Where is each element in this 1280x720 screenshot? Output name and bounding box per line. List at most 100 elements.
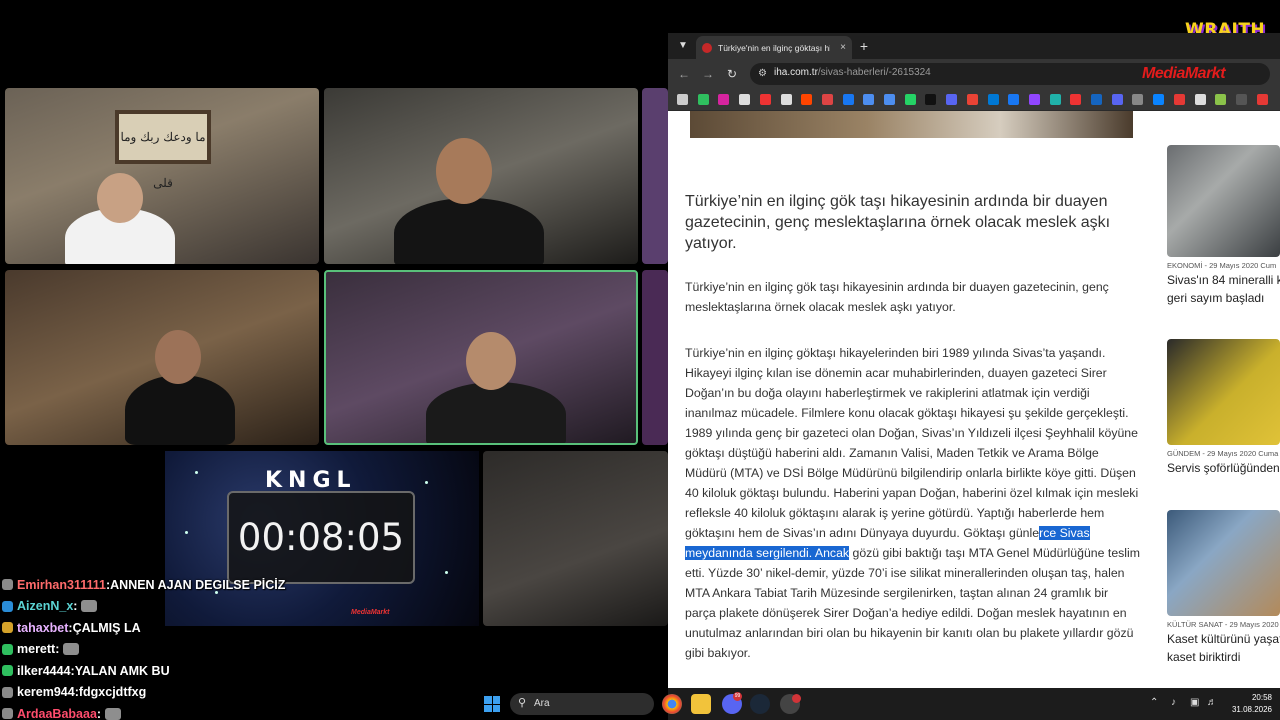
bookmark-icon[interactable]: [1111, 94, 1123, 105]
bookmark-icon[interactable]: [759, 94, 771, 105]
tab-search-button[interactable]: ▼: [674, 37, 692, 55]
chat-text: YALAN AMK BU: [74, 663, 170, 678]
user-badge-icon: [2, 665, 13, 677]
article-hero-image: [690, 111, 1133, 138]
network-icon[interactable]: ▣: [1190, 697, 1199, 708]
related-title-3a: Kaset kültürünü yaşat: [1167, 632, 1280, 646]
bookmark-icon[interactable]: [904, 94, 916, 105]
article-body: Türkiye’nin en ilginç göktaşı hikayeleri…: [685, 343, 1140, 663]
user-badge-icon: [2, 600, 13, 612]
mediamarkt-mini-logo: MediaMarkt: [351, 609, 390, 616]
bookmark-icon[interactable]: [925, 94, 937, 105]
article-summary: Türkiye’nin en ilginç gök taşı hikayesin…: [685, 280, 1109, 314]
bookmark-icon[interactable]: [1215, 94, 1227, 105]
chrome-taskbar-icon[interactable]: [662, 694, 682, 714]
bookmark-icon[interactable]: [1194, 94, 1206, 105]
related-image-2: [1167, 339, 1280, 445]
bookmark-icon[interactable]: [884, 94, 895, 105]
related-title-3b: kaset biriktirdi: [1167, 650, 1241, 664]
streamer-4-head: [466, 332, 516, 390]
webcam-7: [483, 451, 668, 626]
chat-message: merett :: [2, 639, 322, 661]
bookmark-icon[interactable]: [697, 94, 709, 105]
streamer-2-body: [394, 198, 544, 264]
windows-start-icon[interactable]: [484, 696, 500, 712]
volume-icon[interactable]: ♬: [1207, 697, 1217, 708]
bookmark-icon[interactable]: [718, 94, 730, 105]
chat-username[interactable]: kerem944: [17, 685, 75, 699]
user-badge-icon: [2, 622, 13, 634]
microphone-icon[interactable]: ♪: [1171, 697, 1176, 708]
file-explorer-icon[interactable]: [691, 694, 711, 714]
bookmark-icon[interactable]: [1008, 94, 1020, 105]
mediamarkt-ad-banner[interactable]: MediaMarkt: [1142, 65, 1226, 83]
chat-text: fdgxcjdtfxg: [78, 685, 147, 700]
user-badge-icon: [2, 579, 13, 591]
streamer-1-head: [97, 173, 143, 223]
chat-emote-icon: [63, 643, 80, 656]
bookmark-icon[interactable]: [1049, 94, 1061, 105]
tab-article[interactable]: Türkiye'nin en ilginç göktaşı hikayesi ×: [696, 36, 852, 59]
site-info-icon[interactable]: ⚙: [758, 68, 770, 80]
bookmark-icon[interactable]: [1153, 94, 1165, 105]
address-bar[interactable]: ⚙ iha.com.tr/sivas-haberleri/-2615324 Me…: [750, 63, 1270, 85]
url-path: /sivas-haberleri/-2615324: [817, 67, 931, 78]
streamer-3-body: [125, 375, 235, 445]
streamer-3-head: [155, 330, 201, 384]
chat-separator: :: [55, 642, 60, 657]
webcam-5-partial: [642, 88, 668, 264]
taskbar-search[interactable]: ⚲ Ara: [510, 693, 654, 715]
bookmark-icon[interactable]: [966, 94, 978, 105]
discord-badge: 99: [733, 692, 742, 701]
chat-username[interactable]: tahaxbet: [17, 621, 68, 635]
bookmark-icon[interactable]: [863, 94, 875, 105]
countdown-timer: 00:08:05: [227, 491, 415, 584]
tab-bar: ▼ Türkiye'nin en ilginç göktaşı hikayesi…: [668, 33, 1280, 59]
webcam-2: [324, 88, 638, 264]
clock-date: 31.08.2026: [1231, 705, 1272, 714]
bookmark-icon[interactable]: [801, 94, 813, 105]
forward-icon[interactable]: →: [700, 66, 716, 82]
back-icon[interactable]: ←: [676, 66, 692, 82]
chat-message: ilker4444 : YALAN AMK BU: [2, 660, 322, 682]
chat-username[interactable]: AizenN_x: [17, 599, 73, 613]
bookmark-icon[interactable]: [1235, 94, 1247, 105]
taskbar-clock[interactable]: 20:58 31.08.2026: [1226, 692, 1272, 716]
bookmark-icon[interactable]: [987, 94, 999, 105]
webcam-3: [5, 270, 319, 445]
bookmark-icon[interactable]: [1173, 94, 1185, 105]
bookmark-icon[interactable]: [677, 94, 688, 105]
tray-overflow-icon[interactable]: ⌃: [1150, 697, 1158, 708]
bookmark-icon[interactable]: [739, 94, 751, 105]
related-news-2[interactable]: GÜNDEM - 29 Mayıs 2020 Cuma Servis şoför…: [1167, 339, 1280, 476]
bookmark-icon[interactable]: [1091, 94, 1102, 105]
chat-emote-icon: [105, 707, 122, 720]
url-host: iha.com.tr: [774, 67, 818, 78]
tab-close-icon[interactable]: ×: [840, 42, 846, 53]
chat-username[interactable]: Emirhan311111: [17, 578, 106, 592]
steam-icon[interactable]: [750, 694, 770, 714]
bookmark-icon[interactable]: [1028, 94, 1040, 105]
related-title-1a: Sivas'ın 84 mineralli k: [1167, 273, 1280, 287]
reload-icon[interactable]: ↻: [724, 66, 740, 82]
tab-title: Türkiye'nin en ilginç göktaşı hikayesi: [718, 42, 830, 53]
related-news-1[interactable]: EKONOMİ - 29 Mayıs 2020 Cum Sivas'ın 84 …: [1167, 145, 1280, 306]
chat-username[interactable]: merett: [17, 642, 55, 656]
chat-message: tahaxbet : ÇALMIŞ LA: [2, 617, 322, 639]
new-tab-button[interactable]: +: [856, 38, 872, 54]
bookmark-icon[interactable]: [1070, 94, 1082, 105]
user-badge-icon: [2, 686, 13, 698]
timer-value: 00:08:05: [237, 516, 405, 559]
related-category-3: KÜLTÜR SANAT - 29 Mayıs 2020: [1167, 620, 1279, 629]
bookmark-icon[interactable]: [1132, 94, 1144, 105]
related-news-3[interactable]: KÜLTÜR SANAT - 29 Mayıs 2020 Kaset kültü…: [1167, 510, 1280, 665]
bookmark-icon[interactable]: [780, 94, 792, 105]
bookmark-icon[interactable]: [821, 94, 833, 105]
bookmark-icon[interactable]: [946, 94, 958, 105]
wall-calligraphy: ما ودعك ربك وما قلى: [115, 110, 211, 190]
chat-username[interactable]: ilker4444: [17, 664, 71, 678]
bookmark-icon[interactable]: [1256, 94, 1268, 105]
chat-message: AizenN_x :: [2, 596, 322, 618]
bookmark-icon[interactable]: [842, 94, 854, 105]
chat-username[interactable]: ArdaaBabaaa: [17, 707, 97, 720]
